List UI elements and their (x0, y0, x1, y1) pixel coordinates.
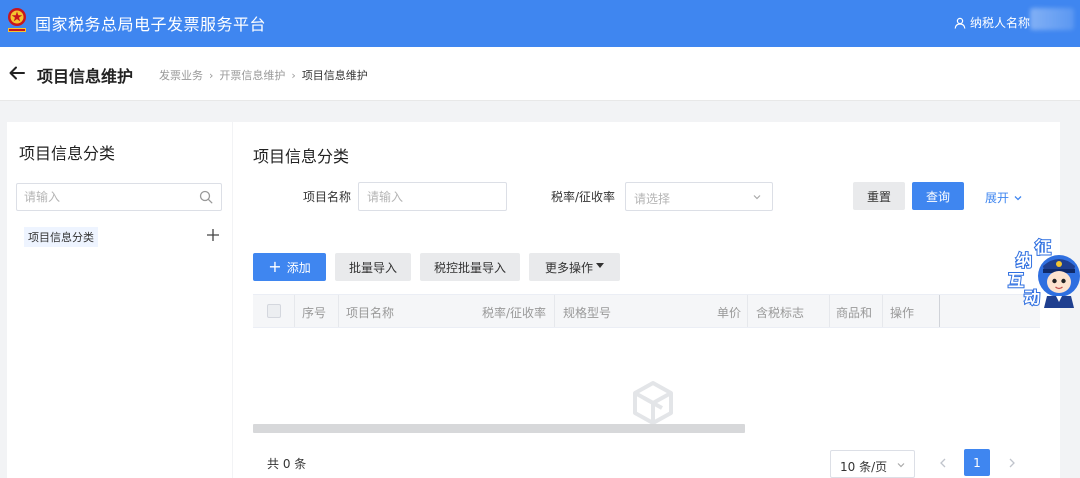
expand-label: 展开 (985, 191, 1010, 205)
tax-rate-select[interactable]: 请选择 (625, 182, 773, 211)
column-header-actions: 操作 (890, 306, 915, 320)
chevron-down-icon (753, 195, 761, 200)
tax-rate-label: 税率/征收率 (551, 190, 616, 204)
batch-import-button[interactable]: 批量导入 (335, 253, 411, 281)
reset-button[interactable]: 重置 (853, 182, 905, 210)
column-header-project-name: 项目名称 (346, 306, 395, 320)
top-header-bar: 国家税务总局电子发票服务平台 纳税人名称 (0, 0, 1080, 47)
add-label: 添加 (286, 260, 311, 275)
more-operations-button[interactable]: 更多操作 (529, 253, 620, 281)
add-category-icon[interactable] (206, 228, 220, 242)
column-divider (554, 295, 555, 327)
breadcrumb: 发票业务 › 开票信息维护 › 项目信息维护 (159, 67, 368, 83)
project-name-field (358, 182, 507, 211)
breadcrumb-item-current: 项目信息维护 (301, 69, 368, 82)
column-divider (882, 295, 883, 327)
column-header-spec-model: 规格型号 (563, 306, 612, 320)
column-divider (294, 295, 295, 327)
page-title: 项目信息维护 (37, 67, 134, 86)
empty-data-icon (633, 381, 673, 425)
sidebar-search-box (16, 183, 222, 211)
tax-interaction-widget[interactable]: 征 纳 互 动 (1007, 230, 1080, 308)
widget-char-1: 征 (1034, 237, 1052, 258)
widget-char-3: 互 (1007, 270, 1025, 291)
caret-down-icon (596, 262, 604, 268)
main-content: 项目信息分类 项目名称 税率/征收率 请选择 重置 查询 展开 + 添加 批量导… (233, 122, 1060, 478)
breadcrumb-separator-icon: › (291, 68, 296, 82)
column-divider (939, 295, 940, 327)
national-emblem-icon (8, 8, 26, 32)
add-button[interactable]: + 添加 (253, 253, 326, 281)
next-page-icon[interactable] (1006, 456, 1018, 470)
column-header-tax-rate: 税率/征收率 (482, 306, 547, 320)
user-icon (954, 17, 966, 29)
search-icon[interactable] (199, 190, 213, 204)
column-divider (747, 295, 748, 327)
page-number-current[interactable]: 1 (964, 449, 990, 476)
user-menu[interactable]: 纳税人名称 (954, 14, 1030, 31)
project-name-label: 项目名称 (303, 190, 352, 204)
column-divider (338, 295, 339, 327)
page-size-select[interactable]: 10 条/页 (830, 450, 915, 478)
chevron-down-icon (1014, 195, 1022, 200)
site-title: 国家税务总局电子发票服务平台 (35, 15, 267, 34)
tax-control-batch-import-button[interactable]: 税控批量导入 (420, 253, 520, 281)
chevron-down-icon (897, 463, 905, 468)
back-arrow-icon[interactable] (8, 64, 26, 82)
breadcrumb-item-invoice-info[interactable]: 开票信息维护 (219, 67, 285, 83)
tax-rate-placeholder: 请选择 (634, 192, 671, 206)
page-size-value: 10 条/页 (840, 460, 888, 474)
user-name: 纳税人名称 (969, 16, 1030, 30)
tree-item-category-root[interactable]: 项目信息分类 (24, 227, 98, 247)
horizontal-scrollbar[interactable] (253, 424, 745, 433)
query-button[interactable]: 查询 (912, 182, 964, 210)
sidebar-title: 项目信息分类 (19, 144, 116, 163)
project-name-input[interactable] (359, 183, 506, 210)
select-all-checkbox[interactable] (267, 304, 281, 318)
category-sidebar: 项目信息分类 项目信息分类 (7, 122, 232, 478)
total-count: 共 0 条 (267, 457, 307, 471)
column-header-goods: 商品和 (836, 306, 873, 320)
column-header-unit-price: 单价 (717, 306, 742, 320)
expand-filters-button[interactable]: 展开 (985, 189, 1023, 206)
previous-page-icon[interactable] (937, 456, 949, 470)
widget-char-4: 动 (1023, 287, 1041, 308)
column-header-index: 序号 (302, 306, 327, 320)
blurred-user-id (1030, 8, 1074, 30)
column-divider (829, 295, 830, 327)
main-title: 项目信息分类 (253, 147, 350, 166)
breadcrumb-separator-icon: › (209, 68, 214, 82)
more-operations-label: 更多操作 (544, 260, 593, 275)
plus-icon: + (268, 257, 282, 276)
sidebar-search-input[interactable] (17, 184, 187, 210)
column-header-tax-included: 含税标志 (756, 306, 805, 320)
page-subheader: 项目信息维护 发票业务 › 开票信息维护 › 项目信息维护 (0, 47, 1080, 101)
table-header: 序号 项目名称 税率/征收率 规格型号 单价 含税标志 商品和 操作 (253, 294, 1040, 328)
breadcrumb-item-invoice-business[interactable]: 发票业务 (159, 67, 203, 83)
